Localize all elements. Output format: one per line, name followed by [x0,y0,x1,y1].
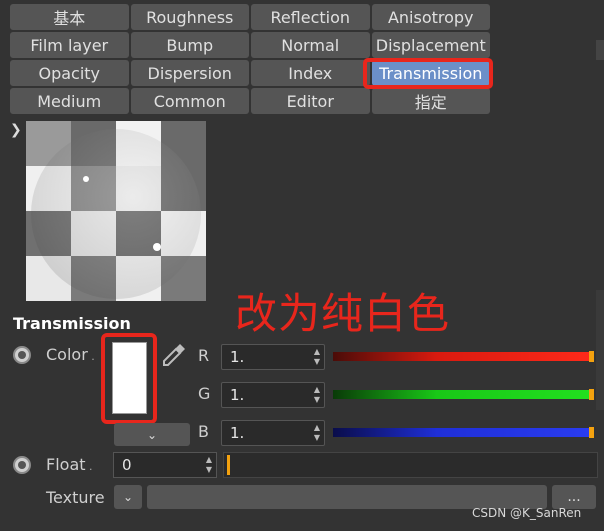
channel-input-g[interactable]: 1. ▲ ▼ [221,382,325,408]
panel-edge [596,290,604,410]
tab-film-layer[interactable]: Film layer [10,32,129,58]
tab-assign[interactable]: 指定 [371,88,490,114]
tab-dispersion[interactable]: Dispersion [130,60,249,86]
channel-label-g: G [198,384,211,403]
float-slider[interactable] [223,452,598,478]
tab-common[interactable]: Common [130,88,249,114]
highlight-box-color-swatch [101,333,157,424]
tab-editor[interactable]: Editor [251,88,370,114]
channel-slider-b[interactable] [333,427,594,438]
panel-edge [596,40,604,60]
channel-input-r[interactable]: 1. ▲ ▼ [221,344,325,370]
color-label: Color . [46,345,95,364]
material-preview [26,121,206,301]
channel-label-r: R [198,346,210,365]
color-radio[interactable] [13,346,31,364]
texture-label: Texture [46,488,105,507]
chevron-down-icon[interactable]: ❯ [10,122,22,138]
channel-slider-g[interactable] [333,389,594,400]
color-mode-dropdown[interactable]: ⌄ [114,423,190,446]
section-title: Transmission [13,314,131,333]
tab-bump[interactable]: Bump [130,32,249,58]
channel-slider-r[interactable] [333,351,594,362]
watermark: CSDN @K_SanRen [472,506,582,520]
annotation-text: 改为纯白色 [235,289,451,338]
slider-knob[interactable] [227,455,230,475]
slider-knob[interactable] [589,351,594,362]
highlight-box-transmission-tab [363,58,493,89]
tab-index[interactable]: Index [251,60,370,86]
tab-displacement[interactable]: Displacement [371,32,490,58]
float-label: Float . [46,455,93,474]
tab-basic[interactable]: 基本 [10,4,129,30]
tab-medium[interactable]: Medium [10,88,129,114]
tab-row: Film layer Bump Normal Displacement [10,32,492,58]
float-input[interactable]: 0 ▲ ▼ [113,452,217,478]
preview-sphere [31,129,201,299]
texture-dropdown[interactable]: ⌄ [114,485,142,509]
tab-anisotropy[interactable]: Anisotropy [371,4,490,30]
slider-knob[interactable] [589,427,594,438]
eyedropper-icon[interactable] [161,342,187,368]
tab-row: 基本 Roughness Reflection Anisotropy [10,4,492,30]
tab-roughness[interactable]: Roughness [130,4,249,30]
channel-input-b[interactable]: 1. ▲ ▼ [221,420,325,446]
tab-row: Medium Common Editor 指定 [10,88,492,114]
channel-label-b: B [198,422,209,441]
tab-reflection[interactable]: Reflection [251,4,370,30]
slider-knob[interactable] [589,389,594,400]
tab-normal[interactable]: Normal [251,32,370,58]
tab-opacity[interactable]: Opacity [10,60,129,86]
float-radio[interactable] [13,456,31,474]
